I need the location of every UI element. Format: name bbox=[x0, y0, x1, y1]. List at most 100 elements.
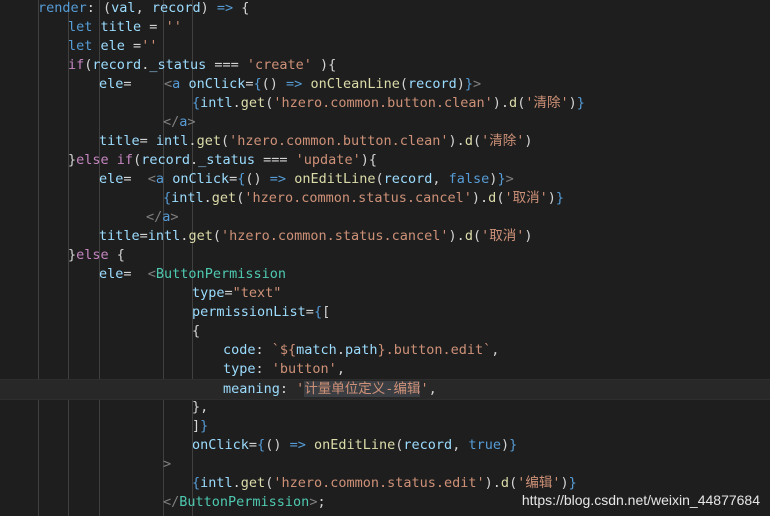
code-token: { bbox=[192, 323, 201, 339]
code-line[interactable]: permissionList={[ bbox=[0, 303, 770, 322]
code-token: => bbox=[216, 0, 234, 16]
code-line[interactable]: onClick={() => onEditLine(record, true)} bbox=[0, 436, 770, 455]
code-line[interactable]: let title = '' bbox=[0, 18, 770, 37]
code-token: 计量单位定义-编辑 bbox=[304, 381, 421, 397]
code-line[interactable]: {intl.get('hzero.common.status.cancel').… bbox=[0, 189, 770, 208]
code-token: : bbox=[255, 361, 272, 377]
code-token: intl bbox=[171, 190, 204, 206]
code-token: ) bbox=[500, 437, 510, 453]
code-token: </ bbox=[146, 209, 163, 225]
code-token: : bbox=[255, 342, 272, 358]
code-token: 'hzero.common.button.clean' bbox=[273, 95, 493, 111]
code-token: if bbox=[68, 57, 85, 73]
code-line[interactable]: ele= <a onClick={() => onCleanLine(recor… bbox=[0, 75, 770, 94]
code-token: () bbox=[245, 171, 270, 187]
code-line[interactable]: {intl.get('hzero.common.button.clean').d… bbox=[0, 94, 770, 113]
code-token: onClick bbox=[188, 76, 246, 92]
code-line[interactable]: </a> bbox=[0, 208, 770, 227]
code-token: if bbox=[116, 152, 134, 168]
code-line[interactable]: {intl.get('hzero.common.status.edit').d(… bbox=[0, 474, 770, 493]
code-line[interactable]: title=intl.get('hzero.common.status.canc… bbox=[0, 227, 770, 246]
code-token: get bbox=[211, 190, 237, 206]
code-line[interactable]: code: `${match.path}.button.edit`, bbox=[0, 341, 770, 360]
code-line[interactable]: ]} bbox=[0, 417, 770, 436]
code-token: () bbox=[265, 437, 290, 453]
code-token: _status bbox=[198, 152, 256, 168]
code-token: { bbox=[192, 95, 201, 111]
code-token: '' bbox=[141, 38, 158, 54]
code-line[interactable]: render: (val, record) => { bbox=[0, 0, 770, 18]
code-token: ( bbox=[375, 171, 384, 187]
code-line[interactable]: let ele ='' bbox=[0, 37, 770, 56]
code-line[interactable]: type="text" bbox=[0, 284, 770, 303]
code-token: { bbox=[192, 475, 201, 491]
code-token: }.button.edit` bbox=[377, 342, 492, 358]
code-token: > bbox=[170, 209, 179, 225]
code-token: record bbox=[383, 171, 433, 187]
code-token: => bbox=[269, 171, 287, 187]
code-token: ButtonPermission bbox=[155, 266, 286, 282]
code-line[interactable]: { bbox=[0, 322, 770, 341]
code-token: onClick bbox=[172, 171, 230, 187]
code-token: < bbox=[164, 76, 173, 92]
code-token: '编辑' bbox=[517, 475, 561, 491]
code-line[interactable]: meaning: '计量单位定义-编辑', bbox=[0, 379, 770, 400]
code-token: _status bbox=[149, 57, 207, 73]
code-line[interactable]: title= intl.get('hzero.common.button.cle… bbox=[0, 132, 770, 151]
code-token: record bbox=[141, 152, 190, 168]
code-token: 'hzero.common.status.cancel' bbox=[244, 190, 472, 206]
code-line[interactable]: if(record._status === 'create' ){ bbox=[0, 56, 770, 75]
code-token: 'update' bbox=[295, 152, 361, 168]
code-token: ele bbox=[99, 266, 124, 282]
code-line[interactable]: }else { bbox=[0, 246, 770, 265]
code-line[interactable]: }, bbox=[0, 398, 770, 417]
code-line[interactable]: }else if(record._status === 'update'){ bbox=[0, 151, 770, 170]
code-token: 'hzero.common.status.edit' bbox=[273, 475, 485, 491]
code-token: intl bbox=[200, 95, 233, 111]
code-token: intl bbox=[200, 475, 233, 491]
code-token: onCleanLine bbox=[310, 76, 400, 92]
code-editor[interactable]: render: (val, record) => {let title = ''… bbox=[0, 0, 770, 516]
code-token: '取消' bbox=[481, 228, 525, 244]
code-token: '清除' bbox=[481, 133, 525, 149]
code-token: get bbox=[240, 475, 266, 491]
code-token: ] bbox=[192, 418, 201, 434]
code-token: ). bbox=[448, 133, 465, 149]
code-token: record bbox=[407, 76, 457, 92]
code-token: code bbox=[223, 342, 256, 358]
code-token: `${ bbox=[271, 342, 297, 358]
code-token: { bbox=[108, 247, 125, 263]
source-watermark: https://blog.csdn.net/weixin_44877684 bbox=[521, 492, 760, 508]
code-line[interactable]: ele= <a onClick={() => onEditLine(record… bbox=[0, 170, 770, 189]
code-token: meaning bbox=[223, 381, 280, 397]
code-token: d bbox=[500, 475, 510, 491]
code-token: = bbox=[123, 76, 165, 92]
code-token: } bbox=[509, 437, 518, 453]
code-line[interactable]: type: 'button', bbox=[0, 360, 770, 379]
code-token: , bbox=[135, 0, 152, 16]
code-token: ( bbox=[133, 152, 142, 168]
code-token: > bbox=[473, 76, 482, 92]
code-token: = bbox=[139, 228, 148, 244]
code-token: type bbox=[223, 361, 256, 377]
code-line[interactable]: > bbox=[0, 455, 770, 474]
code-token: ( bbox=[472, 228, 482, 244]
code-token: '取消' bbox=[504, 190, 548, 206]
code-token: > bbox=[187, 114, 196, 130]
code-line[interactable]: </a> bbox=[0, 113, 770, 132]
code-token: > bbox=[505, 171, 514, 187]
code-token: true bbox=[468, 437, 501, 453]
code-token: ' bbox=[420, 381, 429, 397]
code-token: ){ bbox=[311, 57, 337, 73]
code-token: intl bbox=[147, 228, 181, 244]
code-token: intl bbox=[155, 133, 189, 149]
code-token: , bbox=[432, 171, 449, 187]
code-line[interactable]: ele= <ButtonPermission bbox=[0, 265, 770, 284]
code-token: ( bbox=[509, 475, 518, 491]
code-token: ele bbox=[100, 38, 125, 54]
code-token: ){ bbox=[360, 152, 377, 168]
code-token: let bbox=[68, 19, 93, 35]
code-token: } bbox=[568, 475, 577, 491]
code-token: '' bbox=[165, 19, 182, 35]
